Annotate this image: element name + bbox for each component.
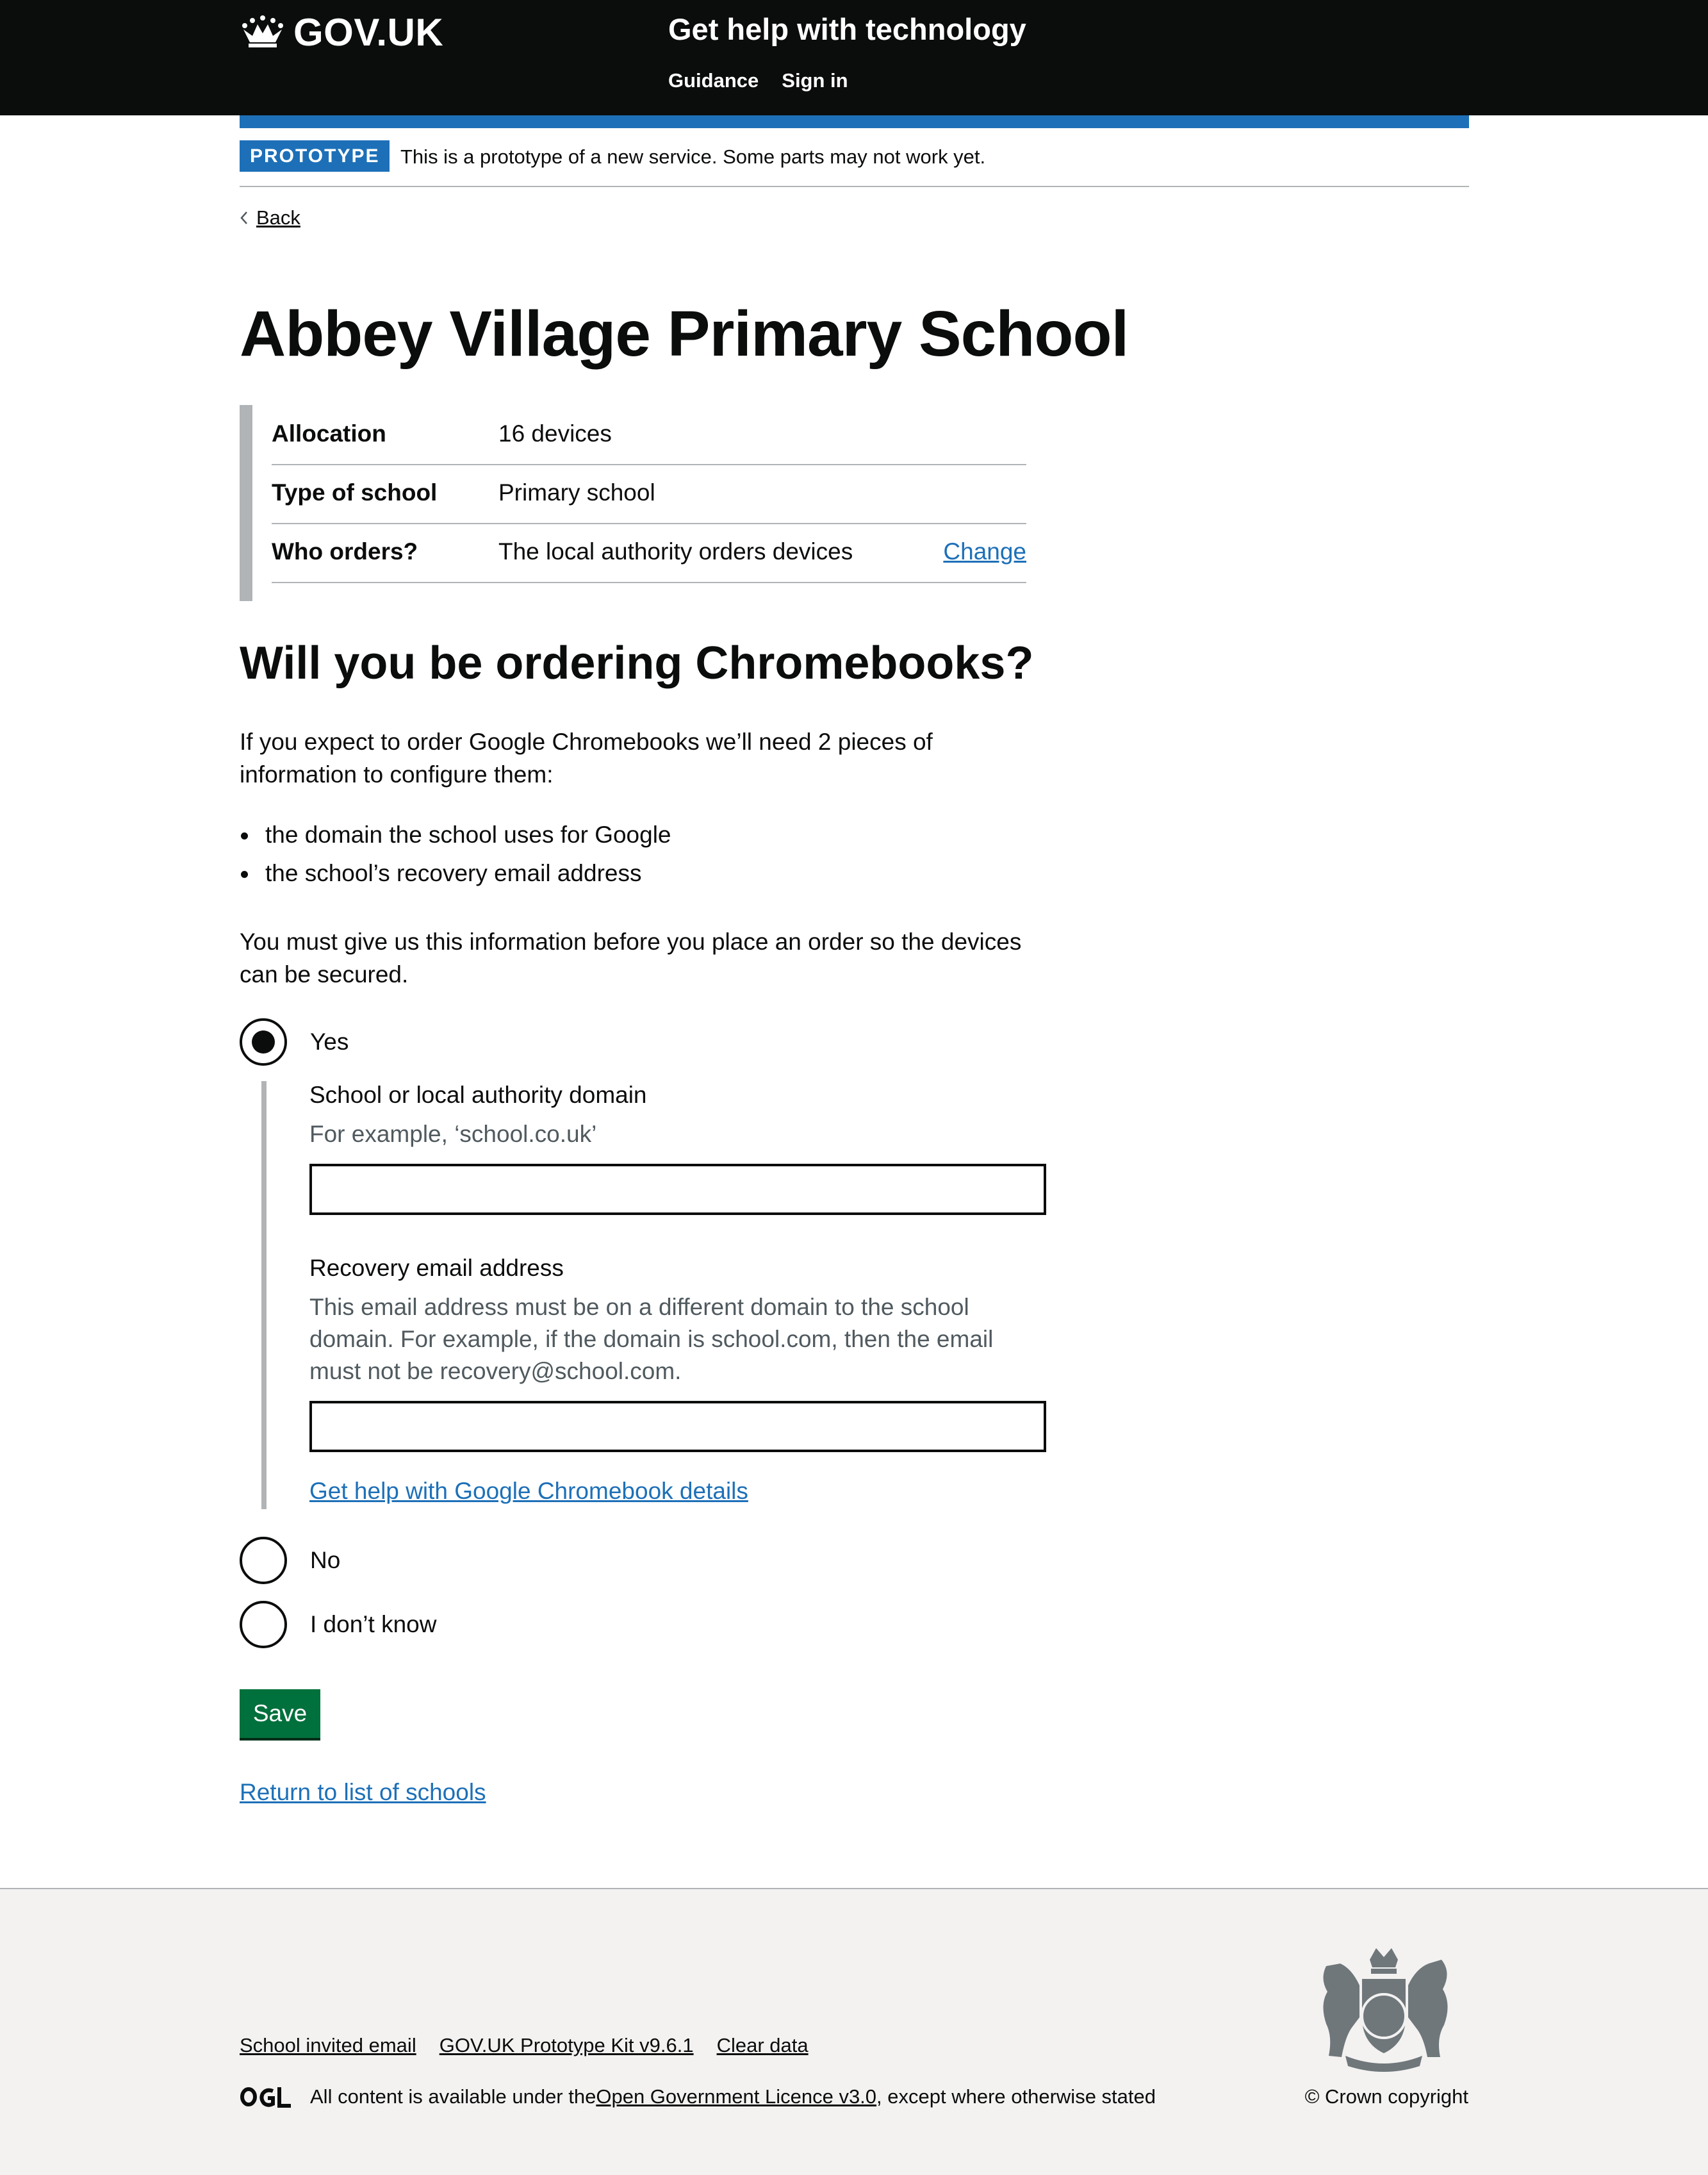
nav-sign-in-link[interactable]: Sign in [782,69,848,92]
govuk-logo-link[interactable]: GOV.UK [240,9,443,55]
summary-value: Primary school [498,479,655,506]
question-heading: Will you be ordering Chromebooks? [240,638,1034,689]
back-link[interactable]: Back [240,206,300,229]
ogl-logo-icon [240,2087,291,2108]
email-field-label: Recovery email address [309,1255,564,1281]
summary-key: Allocation [272,420,386,447]
summary-value: The local authority orders devices [498,538,853,565]
recovery-email-input[interactable] [309,1401,1046,1452]
radio-yes-label[interactable]: Yes [310,1029,349,1055]
phase-tag: PROTOTYPE [240,140,390,172]
back-link-label: Back [256,206,300,229]
open-government-licence-link[interactable]: Open Government Licence v3.0 [596,2085,876,2108]
domain-field-hint: For example, ‘school.co.uk’ [309,1121,597,1147]
summary-side-bar [240,405,252,601]
summary-key: Type of school [272,479,438,506]
royal-coat-of-arms-icon [1323,1948,1448,2072]
summary-row-type: Type of school Primary school [272,464,1026,524]
summary-value: 16 devices [498,420,612,447]
nav-guidance-link[interactable]: Guidance [668,69,759,92]
radio-dont-know[interactable]: I don’t know [240,1601,436,1648]
chromebook-help-link[interactable]: Get help with Google Chromebook details [309,1478,748,1505]
list-item: the domain the school uses for Google [240,816,671,854]
header-navigation: Guidance Sign in [668,69,871,92]
domain-input[interactable] [309,1164,1046,1215]
footer-links: School invited email GOV.UK Prototype Ki… [240,2034,832,2057]
phase-banner: PROTOTYPE This is a prototype of a new s… [240,140,1469,187]
site-header: GOV.UK Get help with technology Guidance… [0,0,1708,115]
logo-text: GOV.UK [293,10,444,54]
summary-row-who-orders: Who orders? The local authority orders d… [272,523,1026,583]
radio-selected-dot [252,1030,275,1054]
site-footer: School invited email GOV.UK Prototype Ki… [0,1888,1708,2175]
footer-link-school-invited-email[interactable]: School invited email [240,2034,416,2057]
school-summary: Allocation 16 devices Type of school Pri… [240,405,1026,601]
radio-button-dont-know[interactable] [240,1601,287,1648]
footer-link-clear-data[interactable]: Clear data [717,2034,809,2057]
question-intro: If you expect to order Google Chromebook… [240,729,933,788]
conditional-reveal-bar [261,1081,267,1509]
summary-row-allocation: Allocation 16 devices [272,405,1026,465]
list-item: the school’s recovery email address [240,854,671,893]
chevron-left-icon [240,211,247,224]
radio-button-yes[interactable] [240,1018,287,1066]
radio-yes[interactable]: Yes [240,1018,349,1066]
radio-no[interactable]: No [240,1537,340,1584]
service-name-link[interactable]: Get help with technology [668,12,1026,47]
radio-dont-know-label[interactable]: I don’t know [310,1611,436,1638]
email-field-hint: This email address must be on a differen… [309,1294,994,1384]
footer-link-prototype-kit[interactable]: GOV.UK Prototype Kit v9.6.1 [439,2034,694,2057]
summary-key: Who orders? [272,538,418,565]
crown-copyright-link[interactable]: © Crown copyright [1305,2085,1468,2108]
page-title: Abbey Village Primary School [240,298,1129,370]
save-button[interactable]: Save [240,1689,320,1738]
domain-field-label: School or local authority domain [309,1082,647,1108]
info-bullet-list: the domain the school uses for Google th… [240,816,671,893]
requirement-text: You must give us this information before… [240,929,1022,988]
change-who-orders-link[interactable]: Change [943,538,1026,565]
licence-suffix: , except where otherwise stated [876,2085,1156,2108]
licence-prefix: All content is available under the [310,2085,596,2108]
crown-icon [242,15,283,47]
header-blue-bar [240,115,1469,128]
radio-no-label[interactable]: No [310,1547,340,1574]
phase-banner-text: This is a prototype of a new service. So… [400,145,986,168]
return-to-schools-link[interactable]: Return to list of schools [240,1779,486,1806]
radio-button-no[interactable] [240,1537,287,1584]
licence-statement: All content is available under the Open … [240,2085,1156,2108]
